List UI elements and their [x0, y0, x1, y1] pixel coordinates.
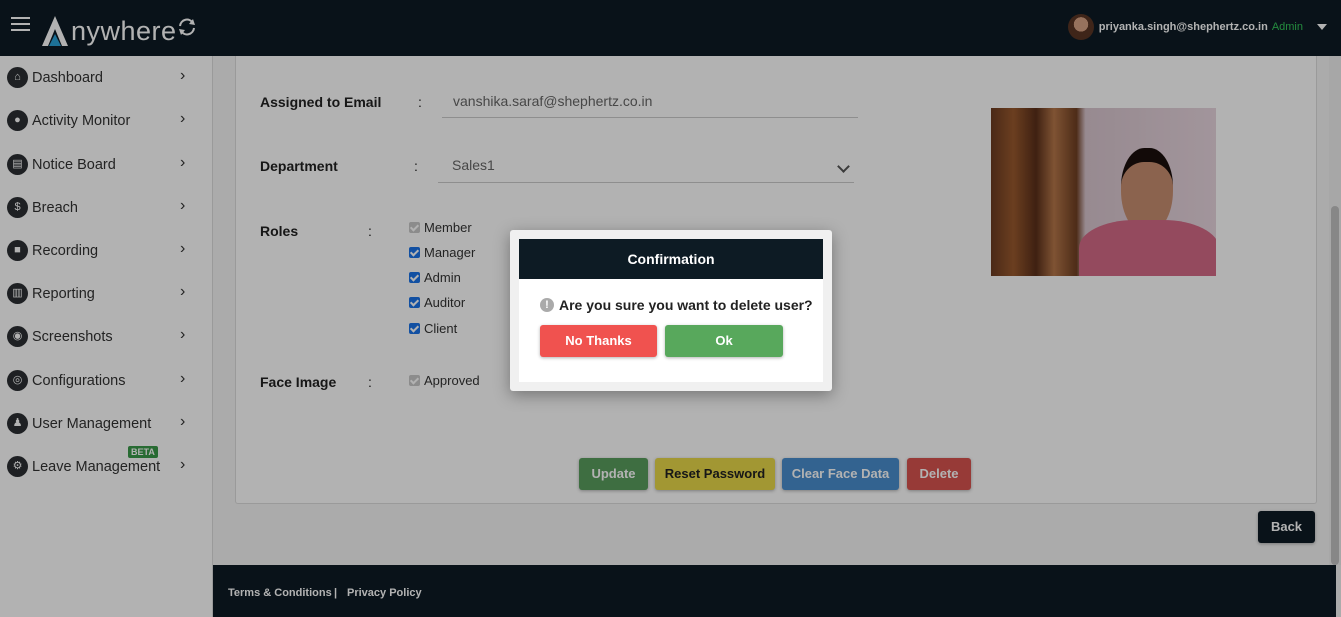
dialog-title: Confirmation	[519, 239, 823, 279]
ok-button[interactable]: Ok	[665, 325, 783, 357]
dialog-body: Confirmation ! Are you sure you want to …	[519, 239, 823, 382]
dialog-message-row: ! Are you sure you want to delete user?	[540, 297, 813, 313]
no-thanks-button[interactable]: No Thanks	[540, 325, 657, 357]
confirmation-dialog: Confirmation ! Are you sure you want to …	[510, 230, 832, 391]
dialog-message: Are you sure you want to delete user?	[559, 297, 813, 313]
exclamation-icon: !	[540, 298, 554, 312]
